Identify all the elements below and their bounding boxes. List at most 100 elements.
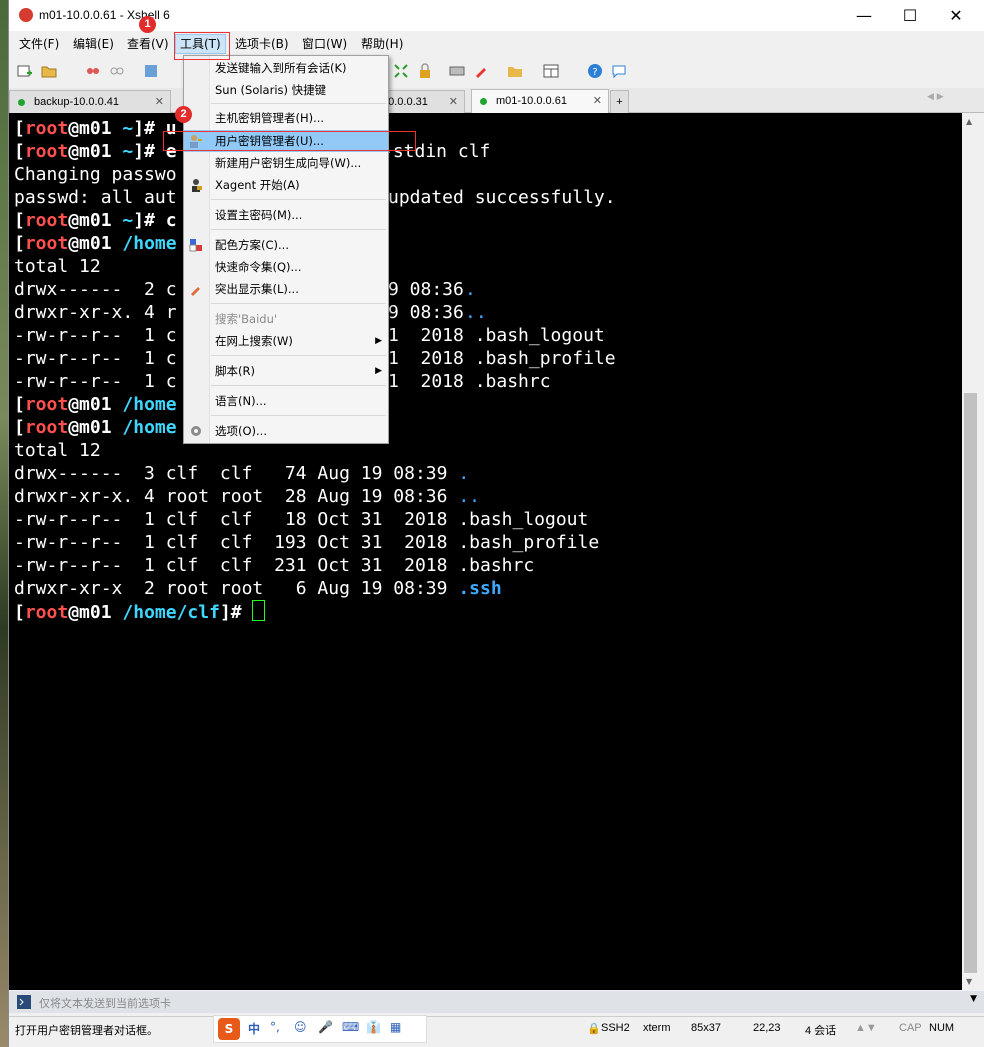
terminal-cursor — [252, 600, 266, 621]
menu-item-highlight-sets[interactable]: 突出显示集(L)... — [184, 278, 388, 300]
open-folder-icon[interactable] — [41, 63, 57, 79]
ime-voice-icon[interactable]: 🎤 — [318, 1020, 333, 1034]
properties-icon[interactable] — [143, 63, 159, 79]
menu-window[interactable]: 窗口(W) — [298, 35, 351, 53]
menu-item-sun-keys[interactable]: Sun (Solaris) 快捷键 — [184, 79, 388, 101]
terminal-line: [root@m01 /home — [14, 233, 177, 254]
compose-bar[interactable]: 仅将文本发送到当前选项卡 ▼ — [9, 991, 984, 1013]
menu-view[interactable]: 查看(V) — [123, 35, 173, 53]
terminal-prompt-line: [root@m01 /home/clf]# — [14, 600, 266, 624]
menu-edit[interactable]: 编辑(E) — [69, 35, 118, 53]
terminal-line: -rw-r--r-- 1 c1 2018 .bash_logout — [14, 325, 605, 346]
gear-icon — [191, 426, 201, 436]
menu-item-master-password[interactable]: 设置主密码(M)... — [184, 204, 388, 226]
layout-icon[interactable] — [543, 63, 559, 79]
menu-help[interactable]: 帮助(H) — [357, 35, 407, 53]
terminal-line: [root@m01 ~]# u — [14, 118, 177, 139]
connected-status-icon — [480, 98, 487, 105]
terminal-area[interactable]: [root@m01 ~]# u [root@m01 ~]# e -stdin cl… — [9, 113, 962, 990]
menu-item-options[interactable]: 选项(O)... — [184, 420, 388, 442]
tab-label: m01-10.0.0.61 — [496, 95, 567, 107]
tab-m01[interactable]: m01-10.0.0.61 ✕ — [471, 89, 609, 114]
tab-close-icon[interactable]: ✕ — [155, 91, 164, 113]
ime-keyboard-icon[interactable]: ⌨ — [342, 1020, 359, 1034]
session-nav-arrows[interactable]: ▲▼ — [855, 1022, 877, 1034]
compose-dropdown-icon[interactable]: ▼ — [970, 994, 977, 1004]
tools-dropdown-menu: 发送键输入到所有会话(K) Sun (Solaris) 快捷键 主机密钥管理者(… — [183, 55, 389, 444]
menu-item-new-key-wizard[interactable]: 新建用户密钥生成向导(W)... — [184, 152, 388, 174]
terminal-line: total 12 — [14, 256, 101, 277]
ime-tools-icon[interactable]: ▦ — [390, 1020, 401, 1034]
tab-label: backup-10.0.0.41 — [34, 96, 120, 108]
status-cap: CAP — [899, 1022, 922, 1034]
terminal-line: passwd: all aut updated successfully. — [14, 187, 616, 208]
menu-file[interactable]: 文件(F) — [15, 35, 63, 53]
status-num: NUM — [929, 1022, 955, 1034]
terminal-line: drwx------ 3 clf clf 74 Aug 19 08:39 . — [14, 463, 470, 484]
submenu-arrow-icon: ▶ — [375, 336, 382, 346]
annotation-badge-step-1: 1 — [139, 16, 156, 33]
sogou-logo-icon[interactable]: S — [218, 1018, 240, 1040]
compose-placeholder: 仅将文本发送到当前选项卡 — [39, 997, 171, 1010]
keyboard-icon[interactable] — [449, 63, 465, 79]
close-button[interactable]: ✕ — [933, 0, 979, 31]
menu-item-web-search[interactable]: 在网上搜索(W) ▶ — [184, 330, 388, 352]
highlight-pen-icon[interactable] — [473, 63, 489, 79]
help-icon[interactable]: ? — [587, 63, 603, 79]
scroll-down-icon[interactable]: ▼ — [966, 977, 972, 986]
terminal-line: drwxr-xr-x. 4 r9 08:36 .. — [14, 302, 487, 323]
minimize-button[interactable]: — — [841, 0, 887, 31]
session-tab-bar: backup-10.0.0.41 ✕ 10.0.0.31 ✕ m01-10.0.… — [9, 88, 984, 114]
scroll-thumb[interactable] — [964, 393, 977, 973]
menu-tabs[interactable]: 选项卡(B) — [231, 35, 293, 53]
highlight-pen-icon — [191, 287, 200, 296]
ime-punct-icon[interactable]: °, — [270, 1020, 280, 1034]
terminal-line: -rw-r--r-- 1 clf clf 193 Oct 31 2018 .ba… — [14, 532, 600, 553]
tab-close-icon[interactable]: ✕ — [449, 91, 458, 113]
ime-toolbar: S 中 °, ☺ 🎤 ⌨ 👔 ▦ — [213, 1015, 427, 1043]
menu-bar: 文件(F) 编辑(E) 查看(V) 工具(T) 选项卡(B) 窗口(W) 帮助(… — [9, 33, 984, 55]
toolbar: ? — [9, 58, 984, 86]
svg-text:?: ? — [592, 67, 597, 78]
terminal-line: total 12 — [14, 440, 101, 461]
menu-item-script[interactable]: 脚本(R) ▶ — [184, 360, 388, 382]
status-sessions: 4 会话 — [805, 1025, 837, 1037]
menu-item-send-key-all[interactable]: 发送键输入到所有会话(K) — [184, 57, 388, 79]
terminal-line: -rw-r--r-- 1 clf clf 231 Oct 31 2018 .ba… — [14, 555, 535, 576]
scroll-up-icon[interactable]: ▲ — [966, 117, 972, 126]
status-pos: 22,23 — [753, 1022, 781, 1034]
menu-item-quick-commands[interactable]: 快速命令集(Q)... — [184, 256, 388, 278]
annotation-highlight-tools — [174, 32, 230, 60]
tab-nav-arrows[interactable]: ◀ ▶ — [927, 92, 944, 102]
chat-icon[interactable] — [611, 63, 627, 79]
add-tab-button[interactable]: + — [610, 90, 629, 113]
lock-status-icon: 🔒 — [587, 1023, 601, 1035]
status-protocol: SSH2 — [601, 1022, 630, 1034]
menu-item-host-key-manager[interactable]: 主机密钥管理者(H)... — [184, 107, 388, 129]
fullscreen-icon[interactable] — [393, 63, 409, 79]
menu-item-language[interactable]: 语言(N)... — [184, 390, 388, 412]
ime-skin-icon[interactable]: 👔 — [366, 1020, 381, 1034]
ime-chinese-mode[interactable]: 中 — [248, 1020, 260, 1037]
terminal-line: -rw-r--r-- 1 c1 2018 .bash_profile — [14, 348, 616, 369]
menu-item-xagent[interactable]: Xagent 开始(A) — [184, 174, 388, 196]
annotation-highlight-user-key — [163, 131, 416, 151]
ime-emoji-icon[interactable]: ☺ — [294, 1020, 307, 1034]
xagent-icon — [192, 179, 202, 192]
add-folder-icon[interactable] — [507, 63, 523, 79]
tab-close-icon[interactable]: ✕ — [593, 90, 602, 112]
tab-backup[interactable]: backup-10.0.0.41 ✕ — [9, 90, 171, 113]
maximize-button[interactable]: ☐ — [887, 0, 933, 31]
tab-10-0-0-31[interactable]: 10.0.0.31 ✕ — [379, 90, 465, 113]
status-message: 打开用户密钥管理者对话框。 — [15, 1025, 158, 1037]
menu-item-color-scheme[interactable]: 配色方案(C)... — [184, 234, 388, 256]
lock-icon[interactable] — [417, 63, 433, 79]
disconnect-icon[interactable] — [85, 63, 101, 79]
terminal-line: drwx------ 2 c9 08:36 . — [14, 279, 476, 300]
terminal-scrollbar[interactable]: ▲ ▼ — [962, 113, 979, 990]
connected-status-icon — [18, 99, 25, 106]
new-session-icon[interactable] — [17, 63, 33, 79]
terminal-line: [root@m01 /home — [14, 417, 177, 438]
terminal-line: [root@m01 /home — [14, 394, 177, 415]
link-icon[interactable] — [109, 63, 125, 79]
